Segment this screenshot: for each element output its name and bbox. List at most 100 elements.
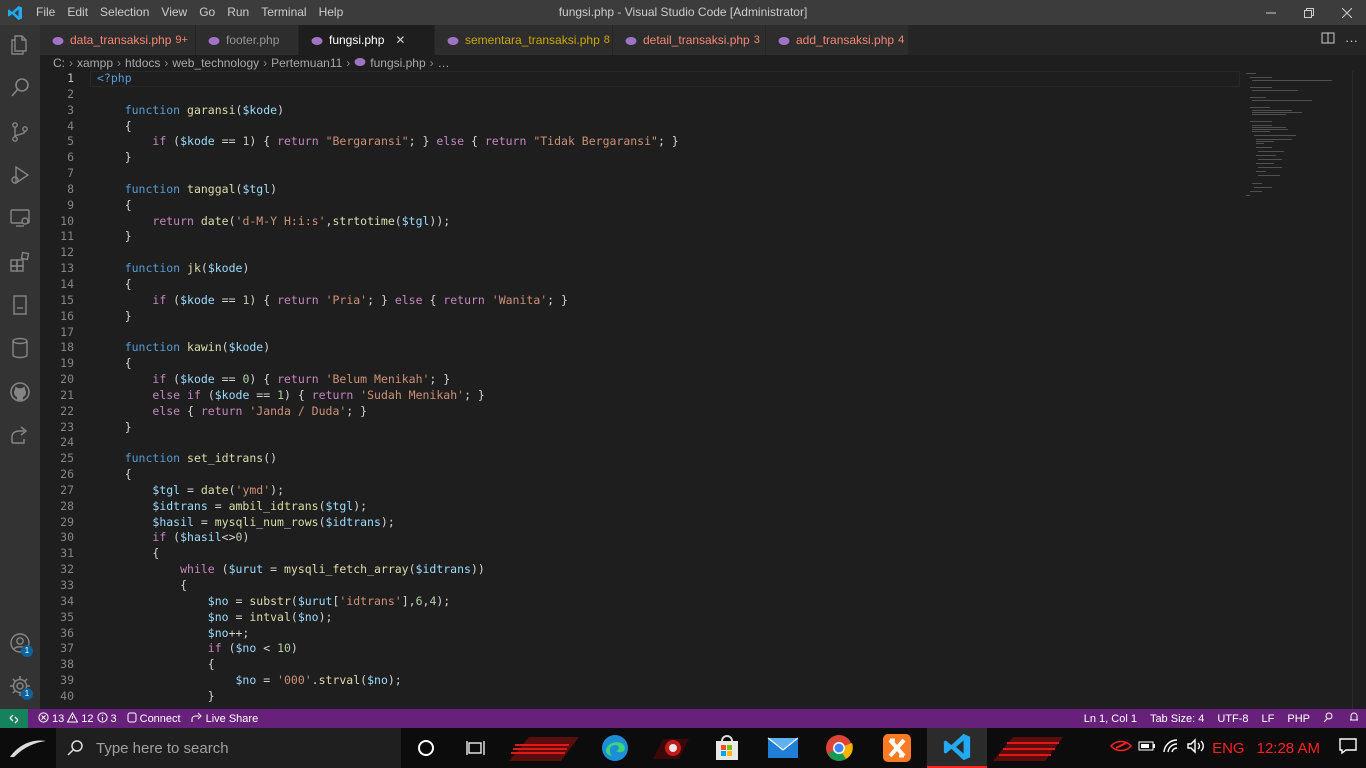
breadcrumb-web-technology[interactable]: web_technology (172, 56, 259, 70)
search-icon[interactable] (0, 68, 40, 108)
taskbar-search-box[interactable]: Type here to search (56, 728, 401, 768)
more-actions-icon[interactable]: ··· (1345, 33, 1358, 48)
wifi-icon[interactable] (1162, 738, 1180, 758)
mail-icon[interactable] (755, 728, 811, 768)
code-line[interactable]: function kawin($kode) (97, 340, 1227, 356)
source-control-icon[interactable] (0, 112, 40, 152)
code-line[interactable]: <?php (97, 71, 1227, 87)
code-line[interactable]: { (97, 657, 1227, 673)
menu-help[interactable]: Help (313, 0, 350, 25)
code-line[interactable]: function jk($kode) (97, 261, 1227, 277)
github-icon[interactable] (0, 372, 40, 412)
live-share-icon[interactable] (0, 415, 40, 455)
code-line[interactable]: $tgl = date('ymd'); (97, 483, 1227, 499)
code-line[interactable]: function garansi($kode) (97, 103, 1227, 119)
edge-browser-icon[interactable] (587, 728, 643, 768)
code-line[interactable]: { (97, 277, 1227, 293)
code-line[interactable]: } (97, 420, 1227, 436)
volume-icon[interactable] (1186, 737, 1206, 759)
connect-button[interactable]: Connect (127, 712, 181, 726)
restore-button[interactable] (1290, 0, 1328, 25)
remote-indicator-icon[interactable] (0, 709, 28, 728)
tab-data-transaksi[interactable]: data_transaksi.php 9+ (40, 25, 196, 55)
code-line[interactable]: else { return 'Janda / Duda'; } (97, 404, 1227, 420)
microsoft-store-icon[interactable] (699, 728, 755, 768)
start-button-icon[interactable] (0, 728, 56, 768)
cortana-icon[interactable] (401, 728, 451, 768)
game-app-icon[interactable] (643, 728, 699, 768)
breadcrumb-htdocs[interactable]: htdocs (125, 56, 160, 70)
breadcrumb-xampp[interactable]: xampp (77, 56, 113, 70)
code-line[interactable]: function tanggal($tgl) (97, 182, 1227, 198)
code-line[interactable] (97, 435, 1227, 451)
clock[interactable]: 12:28 AM (1257, 740, 1320, 757)
language-mode[interactable]: PHP (1287, 713, 1310, 725)
code-line[interactable]: $no = substr($urut['idtrans'],6,4); (97, 594, 1227, 610)
database-icon[interactable] (0, 328, 40, 368)
code-line[interactable]: else if ($kode == 1) { return 'Sudah Men… (97, 388, 1227, 404)
code-line[interactable]: if ($kode == 0) { return 'Belum Menikah'… (97, 372, 1227, 388)
vscode-taskbar-icon[interactable] (927, 728, 987, 768)
explorer-icon[interactable] (0, 25, 40, 65)
menu-file[interactable]: File (30, 0, 61, 25)
code-line[interactable]: if ($kode == 1) { return 'Pria'; } else … (97, 293, 1227, 309)
code-line[interactable] (97, 166, 1227, 182)
menu-edit[interactable]: Edit (61, 0, 94, 25)
chrome-icon[interactable] (811, 728, 867, 768)
code-line[interactable]: if ($hasil<>0) (97, 530, 1227, 546)
breadcrumb-symbol[interactable]: … (438, 56, 450, 70)
xampp-icon[interactable] (867, 728, 927, 768)
notifications-bell-icon[interactable] (1348, 711, 1360, 726)
remote-explorer-icon[interactable] (0, 198, 40, 238)
code-editor[interactable]: 1 2 3 4 5 6 7 8 9 10 11 12 13 14 15 16 17 18 19 20 21 22 23 24 2… (40, 71, 1366, 709)
code-line[interactable]: } (97, 229, 1227, 245)
split-editor-icon[interactable] (1321, 31, 1335, 50)
action-center-icon[interactable] (1338, 737, 1358, 760)
code-line[interactable] (97, 87, 1227, 103)
tab-footer[interactable]: footer.php (196, 25, 299, 55)
code-line[interactable]: $idtrans = ambil_idtrans($tgl); (97, 499, 1227, 515)
battery-icon[interactable] (1138, 739, 1156, 757)
code-line[interactable] (97, 245, 1227, 261)
code-line[interactable]: if ($no < 10) (97, 641, 1227, 657)
end-of-line[interactable]: LF (1262, 713, 1275, 725)
code-line[interactable]: { (97, 198, 1227, 214)
tab-detail-transaksi[interactable]: detail_transaksi.php 3 (613, 25, 766, 55)
code-line[interactable]: $hasil = mysqli_num_rows($idtrans); (97, 515, 1227, 531)
code-line[interactable]: $no = intval($no); (97, 610, 1227, 626)
code-line[interactable]: function set_idtrans() (97, 451, 1227, 467)
code-line[interactable]: } (97, 150, 1227, 166)
minimap[interactable] (1242, 71, 1352, 211)
code-line[interactable] (97, 325, 1227, 341)
menu-go[interactable]: Go (193, 0, 221, 25)
code-line[interactable]: $no++; (97, 626, 1227, 642)
extensions-icon[interactable] (0, 242, 40, 282)
code-line[interactable]: } (97, 309, 1227, 325)
task-view-icon[interactable] (451, 728, 501, 768)
code-line[interactable]: return date('d-M-Y H:i:s',strtotime($tgl… (97, 214, 1227, 230)
tab-sementara-transaksi[interactable]: sementara_transaksi.php 8 (435, 25, 613, 55)
code-line[interactable]: $no = '000'.strval($no); (97, 673, 1227, 689)
code-line[interactable]: { (97, 546, 1227, 562)
menu-run[interactable]: Run (221, 0, 255, 25)
run-debug-icon[interactable] (0, 155, 40, 195)
tab-size[interactable]: Tab Size: 4 (1150, 713, 1204, 725)
menu-terminal[interactable]: Terminal (255, 0, 312, 25)
tab-add-transaksi[interactable]: add_transaksi.php 4 (766, 25, 909, 55)
code-line[interactable]: { (97, 467, 1227, 483)
code-line[interactable]: { (97, 119, 1227, 135)
settings-gear-icon[interactable]: 1 (0, 666, 40, 706)
rog-eye-icon[interactable] (1110, 739, 1133, 758)
accounts-icon[interactable]: 1 (0, 623, 40, 663)
breadcrumb-file[interactable]: fungsi.php (370, 56, 425, 70)
breadcrumb-pertemuan11[interactable]: Pertemuan11 (271, 56, 342, 70)
code-content[interactable]: <?php function garansi($kode) { if ($kod… (97, 71, 1227, 705)
code-line[interactable]: { (97, 356, 1227, 372)
code-line[interactable]: while ($urut = mysqli_fetch_array($idtra… (97, 562, 1227, 578)
tab-fungsi[interactable]: fungsi.php ✕ (299, 25, 435, 55)
close-window-button[interactable] (1328, 0, 1366, 25)
problems-indicator[interactable]: 13 12 3 (38, 711, 117, 726)
input-language[interactable]: ENG (1212, 740, 1245, 757)
close-tab-icon[interactable]: ✕ (392, 33, 408, 47)
encoding[interactable]: UTF-8 (1217, 713, 1248, 725)
